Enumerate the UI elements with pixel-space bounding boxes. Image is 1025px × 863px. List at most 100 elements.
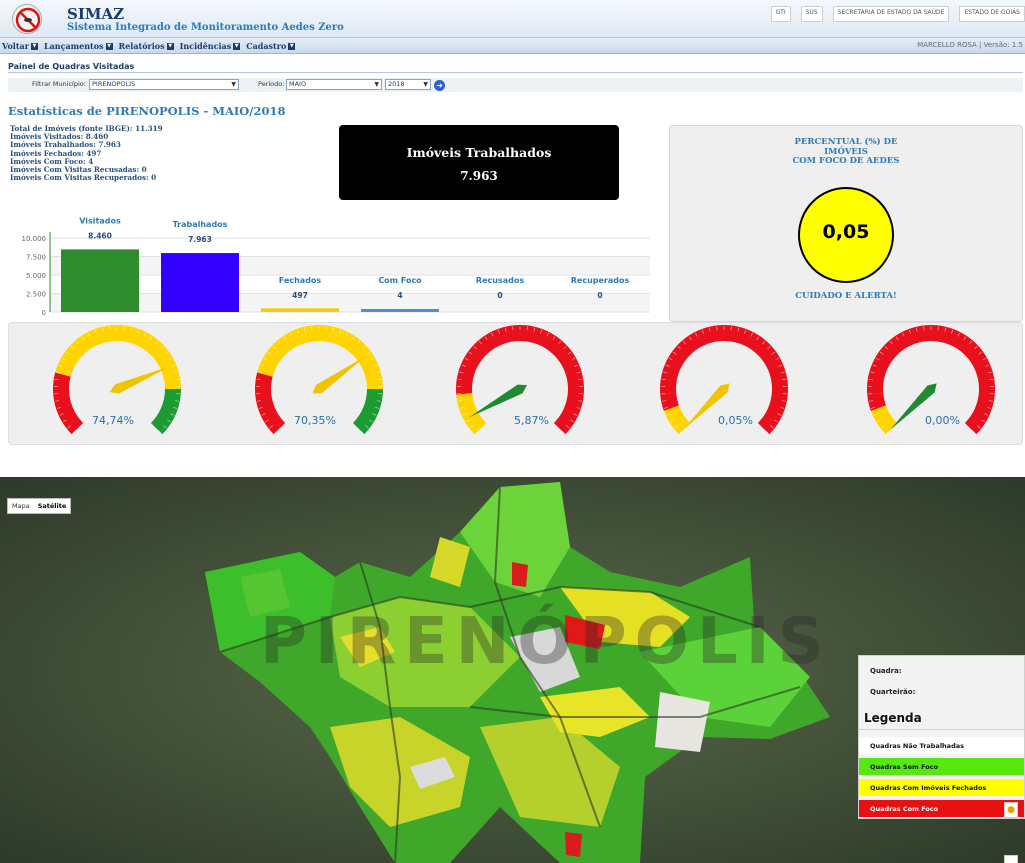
bar-category-label: Recusados: [476, 276, 524, 285]
gauge-needle: [312, 355, 367, 394]
menu-relatorios[interactable]: Relatórios ▼: [117, 41, 176, 51]
chevron-down-icon: ▼: [105, 42, 113, 50]
menu-lancamentos-label: Lançamentos: [43, 41, 104, 51]
gauge-band: [55, 325, 117, 377]
user-info: MARCELLO ROSA | Versão: 1.5: [917, 41, 1023, 49]
stats-heading: Estatísticas de PIRENOPOLIS - MAIO/2018: [8, 104, 286, 118]
ano-select[interactable]: 2018 ▼: [385, 79, 431, 90]
y-tick-label: 2.500: [26, 291, 46, 299]
gti-logo: GTI: [770, 6, 791, 22]
chevron-down-icon: ▼: [233, 42, 241, 50]
divider: [8, 72, 1023, 73]
main-menu: Voltar ▼ Lançamentos ▼ Relatórios ▼ Incidên…: [0, 38, 1025, 54]
gauge-band: [663, 405, 691, 435]
partner-logos: GTI SUS SECRETARIA DE ESTADO DA SAÚDE ES…: [770, 4, 1025, 24]
bar-category-label: Fechados: [279, 276, 322, 285]
bar-value-label: 8.460: [88, 231, 112, 240]
percentual-title: PERCENTUAL (%) DE IMÓVEIS COM FOCO DE AE…: [670, 137, 1022, 167]
gauge-band: [257, 325, 319, 377]
bar-value-label: 0: [597, 291, 602, 300]
pegman-icon[interactable]: ●: [1004, 802, 1018, 818]
gauge-dial: [867, 325, 995, 435]
highlight-box: Imóveis Trabalhados 7.963: [339, 125, 619, 200]
stats-list: Total de Imóveis (fonte IBGE): 11.319 Im…: [10, 124, 163, 183]
gauges-panel: 74,74% 70,35% 5,87% 0,05% 0,00%: [8, 322, 1023, 445]
map-place-label: PIRENÓPOLIS: [260, 605, 832, 679]
menu-cadastro[interactable]: Cadastro ▼: [244, 41, 297, 51]
bar-value-label: 0: [497, 291, 502, 300]
app-header: SIMAZ Sistema Integrado de Monitoramento…: [0, 0, 1025, 38]
menu-incidencias[interactable]: Incidências ▼: [178, 41, 243, 51]
periodo-value: MAIO: [289, 80, 307, 88]
grid-band: [50, 275, 650, 294]
app-subtitle: Sistema Integrado de Monitoramento Aedes…: [67, 22, 344, 33]
bar-category-label: Trabalhados: [173, 220, 228, 229]
bar-chart: 0 2.500 5.000 7.500 10.000 Visitados 8.460 Trab…: [22, 216, 650, 317]
municipio-label: Filtrar Município:: [32, 80, 86, 88]
chevron-down-icon: ▼: [166, 42, 174, 50]
menu-voltar-label: Voltar: [2, 41, 29, 51]
map-legend: Quadra: Quarteirão: Legenda Quadras Não …: [858, 655, 1025, 819]
estado-logo: ESTADO DE GOIÁS: [959, 6, 1025, 22]
go-arrow-icon[interactable]: ➜: [434, 80, 445, 91]
municipio-value: PIRENOPOLIS: [92, 80, 136, 88]
highlight-title: Imóveis Trabalhados: [406, 145, 552, 160]
gauge-band: [52, 372, 84, 435]
map-button-satelite[interactable]: Satélite: [34, 499, 71, 513]
gauge-band: [870, 405, 898, 435]
y-tick-label: 10.000: [22, 235, 47, 243]
menu-voltar[interactable]: Voltar ▼: [0, 41, 40, 51]
grid-band: [50, 293, 650, 312]
bar-value-label: 4: [397, 291, 402, 300]
y-tick-label: 0: [42, 309, 46, 317]
gauge-needle: [469, 384, 527, 418]
stat-recuperados: Imóveis Com Visitas Recuperados: 0: [10, 173, 157, 183]
bar-fechados: [261, 308, 339, 312]
legend-item-sem-foco: Quadras Sem Foco: [859, 758, 1024, 775]
y-tick-label: 7.500: [26, 254, 46, 262]
gauge: 70,35%: [249, 323, 389, 446]
secretaria-logo: SECRETARIA DE ESTADO DA SAÚDE: [832, 6, 950, 22]
y-tick-label: 5.000: [26, 272, 46, 280]
percentual-alert: CUIDADO E ALERTA!: [795, 291, 897, 301]
menu-lancamentos[interactable]: Lançamentos ▼: [42, 41, 115, 51]
app-logo: [12, 4, 42, 34]
legend-item-nao-trabalhadas: Quadras Não Trabalhadas: [859, 737, 1024, 754]
gauge-value-label: 74,74%: [92, 414, 134, 427]
bar-value-label: 7.963: [188, 235, 212, 244]
gauge-dial: [255, 325, 383, 435]
gauge-value-label: 70,35%: [294, 414, 336, 427]
sus-logo: SUS: [800, 6, 823, 22]
gauge-dial: [52, 325, 181, 435]
quadra-label: Quadra:: [870, 667, 902, 675]
panel-title: Painel de Quadras Visitadas: [8, 62, 135, 71]
periodo-label: Período:: [258, 80, 285, 88]
chevron-down-icon: ▼: [231, 81, 236, 88]
gauge-dial: [660, 325, 788, 435]
map-button-mapa[interactable]: Mapa: [8, 499, 34, 513]
bar-com-foco: [361, 309, 439, 312]
grid-band: [50, 238, 650, 257]
map[interactable]: PIRENÓPOLIS Mapa Satélite Quadra: Quarte…: [0, 477, 1025, 863]
gauge-value-label: 5,87%: [514, 414, 549, 427]
page-root: SIMAZ Sistema Integrado de Monitoramento…: [0, 0, 1025, 863]
percentual-title-line: COM FOCO DE AEDES: [792, 156, 900, 166]
quarteirao-label: Quarteirão:: [870, 688, 916, 696]
chevron-down-icon: ▼: [30, 42, 38, 50]
legend-title: Legenda: [864, 711, 922, 725]
gauge-value-label: 0,00%: [925, 414, 960, 427]
municipio-select[interactable]: PIRENOPOLIS ▼: [89, 79, 239, 90]
percentual-circle: 0,05: [798, 187, 894, 283]
periodo-select[interactable]: MAIO ▼: [286, 79, 382, 90]
menu-cadastro-label: Cadastro: [246, 41, 287, 51]
bar-category-label: Recuperados: [571, 276, 630, 285]
gauge-band: [255, 372, 286, 435]
chevron-down-icon: ▼: [423, 81, 428, 88]
zoom-in-button[interactable]: [1004, 855, 1018, 863]
legend-item-com-foco: Quadras Com Foco: [859, 800, 1024, 817]
bar-category-label: Com Foco: [378, 276, 422, 285]
gauge: 74,74%: [47, 323, 187, 446]
bar-trabalhados: [161, 253, 239, 312]
gauge-band: [117, 325, 181, 389]
percentual-card: PERCENTUAL (%) DE IMÓVEIS COM FOCO DE AE…: [669, 125, 1023, 322]
